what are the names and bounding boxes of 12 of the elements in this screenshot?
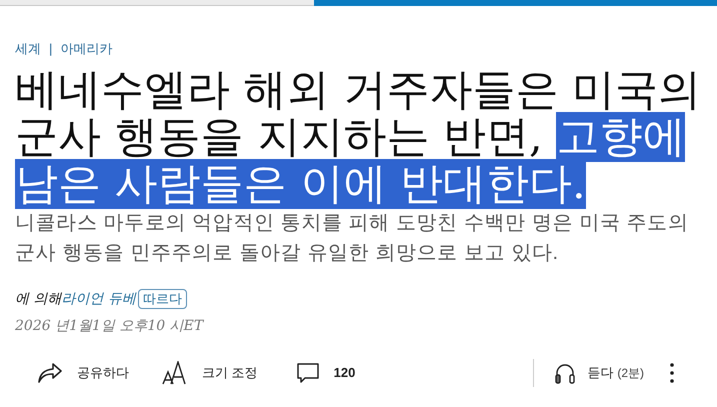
listen-button[interactable]: 듣다 (2분) <box>554 362 644 384</box>
breadcrumb-separator: | <box>49 40 52 58</box>
summary: 니콜라스 마두로의 억압적인 통치를 피해 도망친 수백만 명은 미국 주도의 군사 행동을 민주주의로 돌아갈 유일한 희망으로 보고 있다. <box>15 210 690 266</box>
breadcrumb-link[interactable]: 세계 <box>15 39 41 58</box>
resize-button[interactable]: 크기 조정 <box>162 360 258 384</box>
publish-date: 2026 년1월1일 오후10 시ET <box>15 316 205 336</box>
share-button[interactable]: 공유하다 <box>37 362 129 384</box>
comments-button[interactable]: 120 <box>296 362 356 384</box>
byline-prefix: 에 의해 <box>15 290 62 308</box>
follow-button[interactable]: 따르다 <box>138 289 187 309</box>
breadcrumb-link[interactable]: 아메리카 <box>60 39 112 58</box>
author-link[interactable]: 라이언 듀베 <box>61 288 136 310</box>
